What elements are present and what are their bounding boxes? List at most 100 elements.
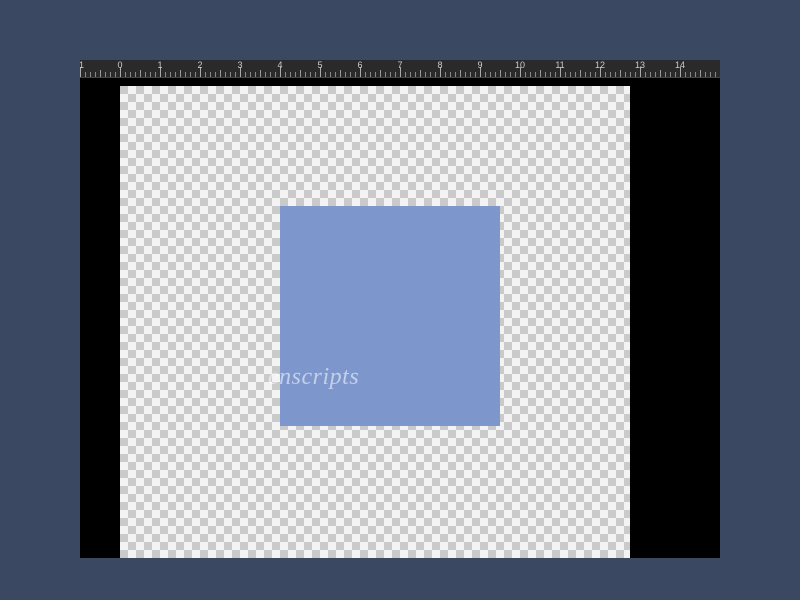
ruler-tick-minor [675,72,676,77]
image-editor-window: -101234567891011121314 enscripts [80,60,720,558]
ruler-tick-minor [595,72,596,77]
ruler-tick-minor [155,72,156,77]
ruler-tick-minor [365,72,366,77]
ruler-tick-minor [550,72,551,77]
ruler-tick-minor [385,72,386,77]
ruler-tick-mid [100,70,101,77]
ruler-tick-minor [555,72,556,77]
ruler-label: 13 [635,60,645,70]
horizontal-ruler[interactable]: -101234567891011121314 [80,60,720,78]
ruler-tick-mid [460,70,461,77]
ruler-tick-minor [115,72,116,77]
ruler-tick-minor [510,72,511,77]
ruler-tick-minor [85,72,86,77]
ruler-tick-minor [685,72,686,77]
blue-rectangle-layer[interactable] [280,206,500,426]
ruler-tick-minor [205,72,206,77]
ruler-tick-minor [270,72,271,77]
ruler-label: 6 [357,60,362,70]
canvas[interactable]: enscripts [120,86,630,558]
ruler-tick-mid [700,70,701,77]
ruler-tick-minor [125,72,126,77]
ruler-tick-minor [95,72,96,77]
ruler-tick-minor [330,72,331,77]
ruler-tick-minor [715,72,716,77]
ruler-tick-minor [135,72,136,77]
ruler-tick-minor [255,72,256,77]
ruler-tick-minor [490,72,491,77]
ruler-tick-minor [295,72,296,77]
ruler-tick-minor [505,72,506,77]
canvas-viewport[interactable]: enscripts [80,78,720,558]
ruler-tick-minor [455,72,456,77]
ruler-tick-minor [650,72,651,77]
ruler-tick-minor [630,72,631,77]
ruler-tick-minor [175,72,176,77]
ruler-tick-minor [430,72,431,77]
ruler-tick-minor [275,72,276,77]
ruler-label: 5 [317,60,322,70]
ruler-label: 7 [397,60,402,70]
ruler-tick-minor [445,72,446,77]
ruler-tick-minor [150,72,151,77]
ruler-tick-minor [465,72,466,77]
ruler-label: 8 [437,60,442,70]
ruler-tick-minor [425,72,426,77]
ruler-tick-minor [615,72,616,77]
ruler-label: 11 [555,60,564,70]
ruler-tick-minor [515,72,516,77]
ruler-tick-mid [580,70,581,77]
ruler-tick-minor [470,72,471,77]
ruler-tick-minor [495,72,496,77]
ruler-tick-mid [180,70,181,77]
ruler-tick-minor [705,72,706,77]
ruler-tick-minor [355,72,356,77]
ruler-tick-minor [625,72,626,77]
ruler-tick-minor [170,72,171,77]
ruler-tick-mid [540,70,541,77]
ruler-label: 10 [515,60,525,70]
ruler-label: -1 [80,60,84,70]
ruler-tick-minor [225,72,226,77]
ruler-tick-minor [305,72,306,77]
ruler-tick-minor [90,72,91,77]
ruler-tick-minor [655,72,656,77]
ruler-tick-mid [620,70,621,77]
ruler-tick-minor [350,72,351,77]
ruler-tick-minor [545,72,546,77]
ruler-tick-minor [415,72,416,77]
ruler-label: 12 [595,60,605,70]
ruler-tick-minor [250,72,251,77]
ruler-label: 4 [277,60,282,70]
ruler-tick-minor [315,72,316,77]
ruler-label: 14 [675,60,685,70]
ruler-tick-minor [570,72,571,77]
ruler-tick-mid [380,70,381,77]
ruler-label: 0 [117,60,122,70]
ruler-tick-minor [195,72,196,77]
ruler-tick-minor [585,72,586,77]
ruler-tick-minor [690,72,691,77]
ruler-tick-mid [340,70,341,77]
ruler-tick-minor [605,72,606,77]
ruler-tick-minor [290,72,291,77]
ruler-tick-mid [220,70,221,77]
ruler-tick-minor [325,72,326,77]
ruler-tick-minor [335,72,336,77]
ruler-tick-minor [410,72,411,77]
ruler-tick-minor [525,72,526,77]
ruler-tick-minor [245,72,246,77]
ruler-tick-minor [230,72,231,77]
ruler-tick-minor [285,72,286,77]
ruler-tick-mid [260,70,261,77]
ruler-tick-minor [665,72,666,77]
ruler-tick-minor [265,72,266,77]
ruler-tick-minor [530,72,531,77]
ruler-tick-minor [110,72,111,77]
ruler-tick-minor [390,72,391,77]
ruler-tick-minor [165,72,166,77]
ruler-tick-minor [345,72,346,77]
ruler-label: 2 [197,60,202,70]
ruler-tick-minor [450,72,451,77]
ruler-tick-minor [695,72,696,77]
